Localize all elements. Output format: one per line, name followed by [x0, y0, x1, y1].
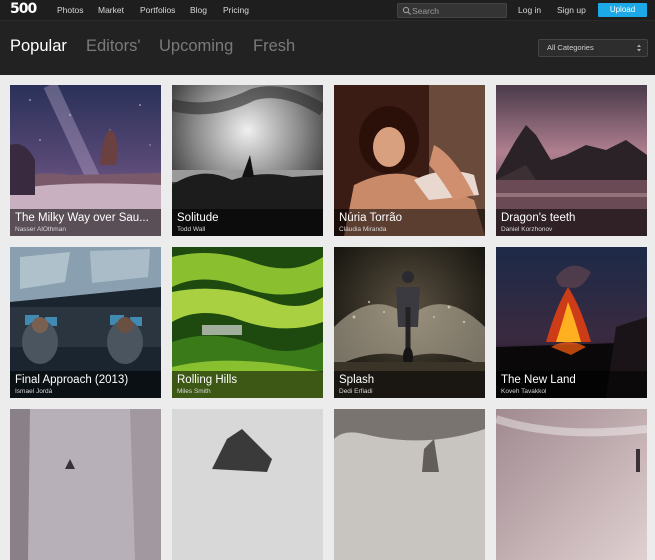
- photo-title[interactable]: Dragon's teeth: [501, 211, 644, 226]
- photo-title[interactable]: The New Land: [501, 373, 644, 388]
- photo-author[interactable]: Dedi Erfiadi: [339, 387, 373, 396]
- login-link[interactable]: Log in: [518, 0, 541, 20]
- top-navigation-bar: 500 Photos Market Portfolios Blog Pricin…: [0, 0, 655, 21]
- photo-card[interactable]: [334, 409, 485, 560]
- photo-card[interactable]: Rolling Hills Miles Smith: [172, 247, 323, 398]
- photo-card[interactable]: The Milky Way over Sau... Nasser AlOthma…: [10, 85, 161, 236]
- photo-thumbnail: [10, 409, 161, 560]
- tab-editors[interactable]: Editors': [86, 36, 141, 56]
- signup-link[interactable]: Sign up: [557, 0, 586, 20]
- photo-title[interactable]: Rolling Hills: [177, 373, 320, 388]
- category-select[interactable]: All Categories: [538, 39, 648, 57]
- photo-title[interactable]: Solitude: [177, 211, 320, 226]
- upload-button[interactable]: Upload: [598, 3, 647, 17]
- photo-card[interactable]: [10, 409, 161, 560]
- search-input[interactable]: [412, 4, 502, 17]
- photo-author[interactable]: Todd Wall: [177, 225, 205, 234]
- photo-card[interactable]: Solitude Todd Wall: [172, 85, 323, 236]
- photo-author[interactable]: Koveh Tavakkol: [501, 387, 546, 396]
- photo-thumbnail: [496, 409, 647, 560]
- photo-title[interactable]: Núria Torrão: [339, 211, 482, 226]
- photo-card[interactable]: Núria Torrão Cláudia Miranda: [334, 85, 485, 236]
- tab-popular[interactable]: Popular: [10, 36, 67, 56]
- category-select-value: All Categories: [547, 43, 594, 52]
- photo-author[interactable]: Miles Smith: [177, 387, 211, 396]
- photo-author[interactable]: Daniel Korzhonov: [501, 225, 552, 234]
- nav-blog[interactable]: Blog: [190, 0, 207, 20]
- photo-caption: Rolling Hills Miles Smith: [172, 371, 323, 398]
- tab-fresh[interactable]: Fresh: [253, 36, 295, 56]
- photo-caption: Núria Torrão Cláudia Miranda: [334, 209, 485, 236]
- nav-photos[interactable]: Photos: [57, 0, 83, 20]
- photo-thumbnail: [172, 409, 323, 560]
- photo-title[interactable]: Splash: [339, 373, 482, 388]
- photo-caption: Dragon's teeth Daniel Korzhonov: [496, 209, 647, 236]
- photo-card[interactable]: Splash Dedi Erfiadi: [334, 247, 485, 398]
- photo-title[interactable]: Final Approach (2013): [15, 373, 158, 388]
- photo-card[interactable]: Final Approach (2013) Ismael Jordá: [10, 247, 161, 398]
- photo-caption: Final Approach (2013) Ismael Jordá: [10, 371, 161, 398]
- photo-title[interactable]: The Milky Way over Sau...: [15, 211, 158, 226]
- photo-card[interactable]: Dragon's teeth Daniel Korzhonov: [496, 85, 647, 236]
- select-arrows-icon: [637, 44, 641, 52]
- site-logo[interactable]: 500: [10, 2, 37, 17]
- nav-pricing[interactable]: Pricing: [223, 0, 249, 20]
- photo-card[interactable]: [172, 409, 323, 560]
- photo-card[interactable]: The New Land Koveh Tavakkol: [496, 247, 647, 398]
- search-box: [397, 3, 507, 18]
- photo-card[interactable]: [496, 409, 647, 560]
- photo-author[interactable]: Cláudia Miranda: [339, 225, 386, 234]
- photo-caption: The New Land Koveh Tavakkol: [496, 371, 647, 398]
- photo-caption: The Milky Way over Sau... Nasser AlOthma…: [10, 209, 161, 236]
- tab-upcoming[interactable]: Upcoming: [159, 36, 233, 56]
- photo-thumbnail: [334, 409, 485, 560]
- nav-market[interactable]: Market: [98, 0, 124, 20]
- nav-portfolios[interactable]: Portfolios: [140, 0, 175, 20]
- photo-caption: Solitude Todd Wall: [172, 209, 323, 236]
- search-icon: [402, 6, 412, 16]
- photo-author[interactable]: Ismael Jordá: [15, 387, 52, 396]
- photo-caption: Splash Dedi Erfiadi: [334, 371, 485, 398]
- photo-author[interactable]: Nasser AlOthman: [15, 225, 66, 234]
